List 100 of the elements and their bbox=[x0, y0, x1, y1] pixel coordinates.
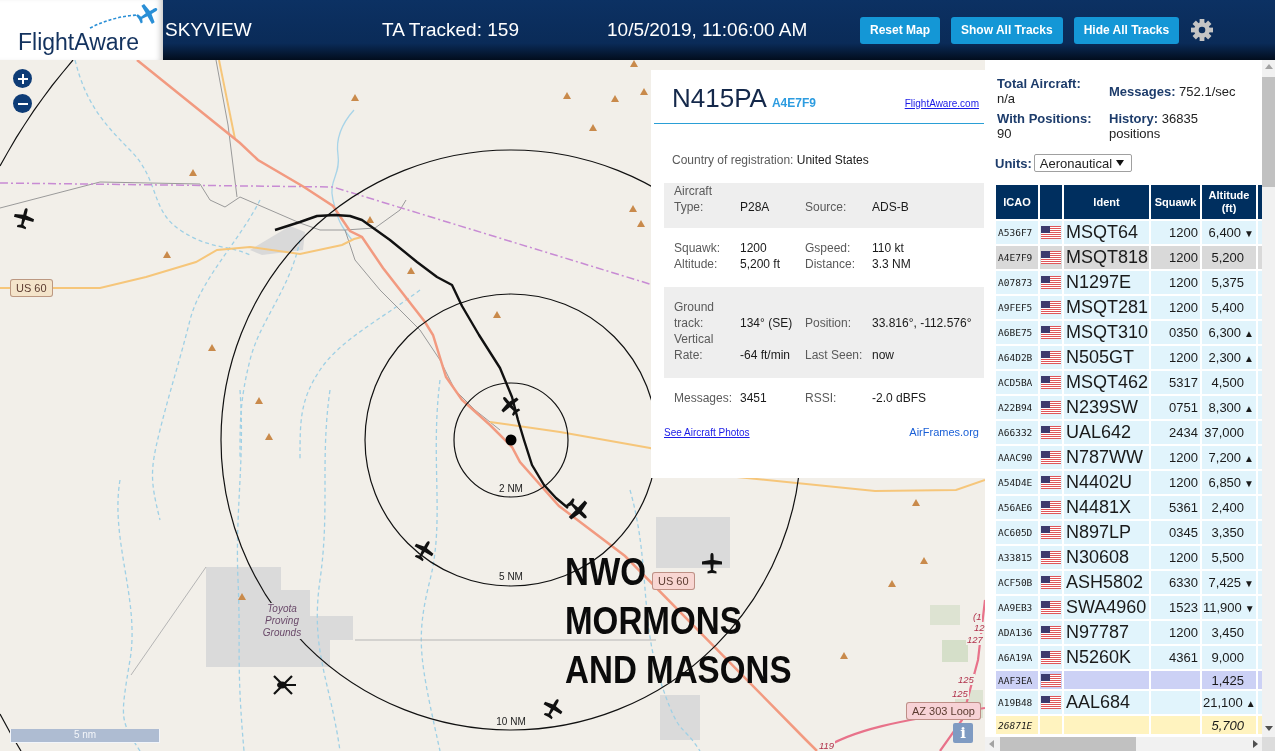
table-cell: 5361 bbox=[1151, 496, 1200, 519]
scrollbar-thumb[interactable] bbox=[1000, 737, 1136, 751]
field-value: 3.3 NM bbox=[872, 256, 912, 272]
table-cell: AAL684 bbox=[1064, 691, 1149, 714]
helicopter-icon[interactable] bbox=[272, 674, 296, 696]
altitude-text: 9,000 bbox=[1211, 650, 1245, 665]
column-header[interactable]: ICAO bbox=[996, 185, 1038, 219]
trend-indicator: ▼ bbox=[1244, 478, 1254, 489]
aircraft-hex-code: A4E7F9 bbox=[771, 96, 816, 110]
table-cell: MSQT310 bbox=[1064, 321, 1149, 344]
table-cell: 1200 bbox=[1151, 221, 1200, 244]
altitude-text: 2,400 bbox=[1211, 500, 1245, 515]
flag-icon bbox=[1041, 501, 1061, 514]
units-select[interactable]: Aeronautical bbox=[1033, 154, 1132, 172]
route-number: 127 bbox=[966, 634, 984, 645]
field-value: -2.0 dBFS bbox=[872, 390, 928, 406]
airplane-icon[interactable] bbox=[13, 208, 35, 230]
caret-down-icon bbox=[1115, 160, 1124, 166]
field-value: P28A bbox=[740, 199, 771, 215]
airplane-icon[interactable] bbox=[543, 699, 563, 720]
field-label: Source: bbox=[805, 199, 848, 215]
peak-icon bbox=[920, 557, 928, 564]
flightaware-link[interactable]: FlightAware.com bbox=[904, 98, 979, 109]
table-cell: 5317 bbox=[1151, 371, 1200, 394]
trend-indicator: ▼ bbox=[1244, 603, 1255, 614]
airplane-icon bbox=[88, 3, 160, 29]
table-cell: 0350 bbox=[1151, 321, 1200, 344]
peak-icon bbox=[840, 652, 848, 659]
peak-icon bbox=[163, 251, 171, 258]
table-cell: N97787 bbox=[1064, 621, 1149, 644]
column-header[interactable]: Squawk bbox=[1151, 185, 1200, 219]
country-label: Country of registration: bbox=[672, 153, 794, 167]
road-shield: US 60 bbox=[652, 572, 695, 590]
flag-icon bbox=[1041, 476, 1061, 489]
trend-indicator: ▲ bbox=[1244, 328, 1254, 339]
peak-icon bbox=[912, 499, 920, 506]
table-cell: A66332 bbox=[996, 421, 1038, 444]
column-header[interactable]: Ident bbox=[1064, 185, 1149, 219]
flag-icon bbox=[1041, 376, 1061, 389]
field-value: 110 kt bbox=[872, 240, 905, 256]
peak-icon bbox=[589, 124, 597, 131]
flag-icon bbox=[1041, 401, 1061, 414]
caret-right-icon[interactable] bbox=[1253, 740, 1258, 748]
airframes-link[interactable]: AirFrames.org bbox=[909, 426, 979, 438]
table-cell: N4481X bbox=[1064, 496, 1149, 519]
table-cell: AC605D bbox=[996, 521, 1038, 544]
table-cell: ASH5802 bbox=[1064, 571, 1149, 594]
table-cell: 1200 bbox=[1151, 546, 1200, 569]
flag-icon bbox=[1041, 696, 1061, 709]
table-cell: 1200 bbox=[1151, 621, 1200, 644]
table-cell: MSQT818 bbox=[1064, 246, 1149, 269]
stat-text: With Positions: 90 bbox=[997, 111, 1093, 141]
table-cell: UAL642 bbox=[1064, 421, 1149, 444]
column-header[interactable]: Altitude (ft) bbox=[1202, 185, 1256, 219]
table-cell: N239SW bbox=[1064, 396, 1149, 419]
table-cell: N4402U bbox=[1064, 471, 1149, 494]
logo-text: FlightAware bbox=[18, 29, 140, 55]
altitude-text: 3,350 bbox=[1211, 525, 1245, 540]
flag-icon bbox=[1041, 626, 1061, 639]
caret-down-icon[interactable] bbox=[1264, 726, 1273, 731]
table-cell: AAF3EA bbox=[996, 671, 1038, 689]
flag-icon bbox=[1041, 526, 1061, 539]
field-label: Aircraft Type: bbox=[674, 183, 713, 215]
units-label: Units: bbox=[995, 155, 1032, 171]
peak-icon bbox=[255, 397, 263, 404]
table-cell: N505GT bbox=[1064, 346, 1149, 369]
horizontal-scrollbar[interactable] bbox=[985, 737, 1262, 751]
photos-link[interactable]: See Aircraft Photos bbox=[664, 427, 750, 438]
airplane-icon[interactable] bbox=[414, 541, 434, 562]
table-cell: ACD5BA bbox=[996, 371, 1038, 394]
table-cell: MSQT281 bbox=[1064, 296, 1149, 319]
airplane-icon[interactable] bbox=[501, 397, 521, 416]
field-label: Squawk: bbox=[674, 240, 722, 256]
peak-icon bbox=[366, 216, 374, 223]
table-cell: A6A19A bbox=[996, 646, 1038, 669]
stat-text: Total Aircraft: n/a bbox=[997, 76, 1082, 106]
altitude-text: 4,500 bbox=[1211, 375, 1245, 390]
table-cell: 1200 bbox=[1151, 346, 1200, 369]
scrollbar-thumb[interactable] bbox=[1262, 77, 1275, 187]
table-cell: 1523 bbox=[1151, 596, 1200, 619]
table-cell: 0751 bbox=[1151, 396, 1200, 419]
field-value: ADS-B bbox=[872, 199, 910, 215]
vertical-scrollbar[interactable] bbox=[1262, 60, 1275, 737]
plus-icon bbox=[17, 73, 28, 84]
flag-icon bbox=[1041, 226, 1061, 239]
peak-icon bbox=[265, 433, 273, 440]
table-cell: 2434 bbox=[1151, 421, 1200, 444]
altitude-text: 5,375 bbox=[1211, 275, 1245, 290]
airplane-icon[interactable] bbox=[565, 497, 588, 520]
building-area bbox=[660, 695, 700, 740]
settings-icon[interactable] bbox=[1191, 19, 1214, 41]
trend-indicator: ▲ bbox=[1244, 453, 1254, 464]
route-number: 119 bbox=[818, 740, 836, 751]
altitude-text: 7,425 bbox=[1208, 575, 1242, 590]
table-cell: A6BE75 bbox=[996, 321, 1038, 344]
altitude-text: 11,900 bbox=[1203, 600, 1242, 615]
field-value: now bbox=[872, 347, 895, 363]
field-label: Messages: bbox=[674, 390, 734, 406]
flag-icon bbox=[1041, 551, 1061, 564]
airplane-icon[interactable] bbox=[702, 553, 722, 574]
